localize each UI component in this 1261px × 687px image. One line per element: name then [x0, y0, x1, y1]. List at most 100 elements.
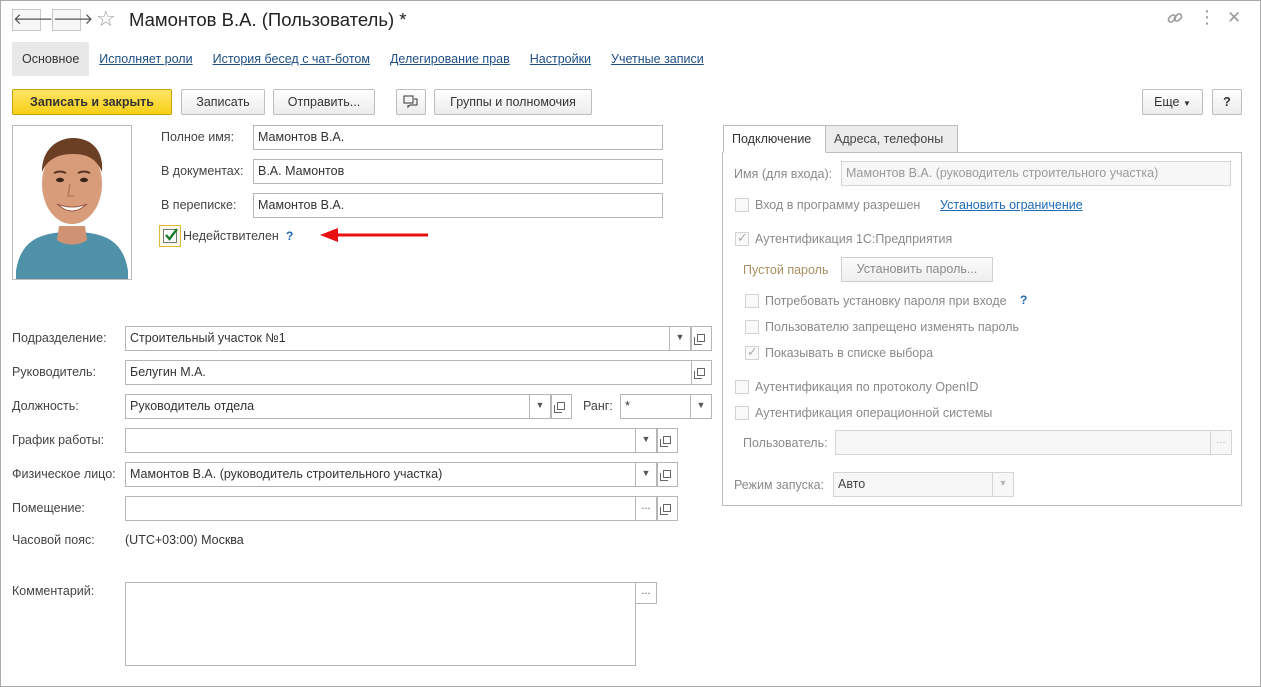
division-open-button[interactable] [691, 326, 712, 351]
individual-dropdown-button[interactable]: ▼ [635, 462, 657, 487]
login-allowed-checkbox[interactable] [735, 198, 749, 212]
rank-input[interactable]: * [620, 394, 692, 419]
invalid-checkbox[interactable] [159, 225, 181, 247]
tab-delegation[interactable]: Делегирование прав [380, 42, 520, 76]
annotation-arrow-icon [320, 228, 428, 242]
auth-1c-checkbox[interactable]: ✓ [735, 230, 749, 246]
tab-main[interactable]: Основное [12, 42, 90, 76]
division-dropdown-button[interactable]: ▼ [669, 326, 691, 351]
tab-settings[interactable]: Настройки [520, 42, 601, 76]
auth-openid-label: Аутентификация по протоколу OpenID [755, 380, 979, 394]
show-in-list-checkbox[interactable]: ✓ [745, 344, 759, 360]
require-password-help-icon[interactable]: ? [1020, 293, 1027, 307]
require-password-label: Потребовать установку пароля при входе [765, 294, 1007, 308]
discussion-button[interactable] [396, 89, 426, 115]
in-documents-input[interactable]: В.А. Мамонтов [253, 159, 663, 184]
position-open-button[interactable] [551, 394, 572, 419]
forward-button[interactable]: 🡒 [52, 9, 93, 31]
schedule-open-button[interactable] [657, 428, 678, 453]
require-password-checkbox[interactable] [745, 294, 759, 308]
full-name-input[interactable]: Мамонтов В.А. [253, 125, 663, 150]
timezone-label: Часовой пояс: [12, 533, 95, 547]
os-user-select-button[interactable]: ... [1210, 430, 1232, 455]
open-icon [554, 402, 565, 413]
checkmark-icon: ✓ [737, 230, 748, 245]
room-input[interactable] [125, 496, 637, 521]
manager-input[interactable]: Белугин М.А. [125, 360, 692, 385]
rank-dropdown-button[interactable]: ▼ [690, 394, 712, 419]
invalid-help-icon[interactable]: ? [286, 229, 293, 243]
comment-label: Комментарий: [12, 584, 95, 598]
open-icon [660, 470, 671, 481]
manager-open-button[interactable] [691, 360, 712, 385]
schedule-dropdown-button[interactable]: ▼ [635, 428, 657, 453]
in-correspondence-label: В переписке: [161, 198, 237, 212]
auth-1c-label: Аутентификация 1С:Предприятия [755, 232, 953, 246]
auth-os-checkbox[interactable] [735, 406, 749, 420]
user-photo[interactable] [12, 125, 132, 280]
save-and-close-button[interactable]: Записать и закрыть [12, 89, 172, 115]
send-button[interactable]: Отправить... [273, 89, 375, 115]
launch-mode-label: Режим запуска: [734, 478, 824, 492]
rank-label: Ранг: [583, 399, 613, 413]
login-allowed-label: Вход в программу разрешен [755, 198, 921, 212]
tab-roles[interactable]: Исполняет роли [89, 42, 202, 76]
comment-textarea[interactable] [125, 582, 636, 666]
login-name-input[interactable]: Мамонтов В.А. (руководитель строительног… [841, 161, 1231, 186]
save-button[interactable]: Записать [181, 89, 265, 115]
tab-connection[interactable]: Подключение [723, 125, 826, 153]
os-user-label: Пользователь: [743, 436, 828, 450]
position-label: Должность: [12, 399, 79, 413]
forbid-password-change-checkbox[interactable] [745, 320, 759, 334]
chat-icon [403, 95, 418, 109]
checkmark-icon: ✓ [747, 344, 758, 359]
more-menu-button[interactable]: Еще ▼ [1142, 89, 1203, 115]
individual-input[interactable]: Мамонтов В.А. (руководитель строительног… [125, 462, 637, 487]
open-icon [694, 368, 705, 379]
arrow-left-icon: 🡐 [13, 11, 54, 28]
more-vertical-icon[interactable]: ⋮ [1198, 7, 1216, 28]
top-tabs: Основное Исполняет роли История бесед с … [12, 42, 714, 76]
os-user-input[interactable] [835, 430, 1212, 455]
open-icon [694, 334, 705, 345]
room-open-button[interactable] [657, 496, 678, 521]
individual-open-button[interactable] [657, 462, 678, 487]
help-button[interactable]: ? [1212, 89, 1242, 115]
tab-addresses-phones[interactable]: Адреса, телефоны [825, 125, 958, 153]
position-input[interactable]: Руководитель отдела [125, 394, 531, 419]
empty-password-label: Пустой пароль [743, 263, 829, 277]
launch-mode-dropdown-button[interactable]: ▼ [992, 472, 1014, 497]
groups-and-permissions-button[interactable]: Группы и полномочия [434, 89, 592, 115]
in-documents-label: В документах: [161, 164, 244, 178]
tab-accounts[interactable]: Учетные записи [601, 42, 714, 76]
set-password-button[interactable]: Установить пароль... [841, 257, 993, 282]
individual-label: Физическое лицо: [12, 467, 116, 481]
room-select-button[interactable]: ... [635, 496, 657, 521]
manager-label: Руководитель: [12, 365, 97, 379]
in-correspondence-input[interactable]: Мамонтов В.А. [253, 193, 663, 218]
open-icon [660, 436, 671, 447]
close-icon[interactable]: ✕ [1227, 8, 1241, 28]
division-input[interactable]: Строительный участок №1 [125, 326, 671, 351]
set-restriction-link[interactable]: Установить ограничение [940, 198, 1083, 212]
auth-openid-checkbox[interactable] [735, 380, 749, 394]
back-button[interactable]: 🡐 [12, 9, 53, 31]
auth-os-label: Аутентификация операционной системы [755, 406, 993, 420]
favorite-star-icon[interactable]: ☆ [96, 7, 116, 31]
login-name-label: Имя (для входа): [734, 167, 833, 181]
position-dropdown-button[interactable]: ▼ [529, 394, 551, 419]
room-label: Помещение: [12, 501, 85, 515]
tab-chatbot-history[interactable]: История бесед с чат-ботом [203, 42, 380, 76]
arrow-right-icon: 🡒 [53, 11, 94, 28]
show-in-list-label: Показывать в списке выбора [765, 346, 934, 360]
invalid-label: Недействителен [183, 229, 279, 243]
forbid-password-change-label: Пользователю запрещено изменять пароль [765, 320, 1020, 334]
comment-edit-button[interactable]: ... [635, 582, 657, 604]
open-icon [660, 504, 671, 515]
timezone-value[interactable]: (UTC+03:00) Москва [125, 533, 244, 547]
dropdown-icon: ▼ [1183, 99, 1191, 108]
launch-mode-select[interactable]: Авто [833, 472, 994, 497]
schedule-input[interactable] [125, 428, 637, 453]
link-icon[interactable] [1166, 9, 1184, 32]
window-title: Мамонтов В.А. (Пользователь) * [129, 9, 407, 30]
